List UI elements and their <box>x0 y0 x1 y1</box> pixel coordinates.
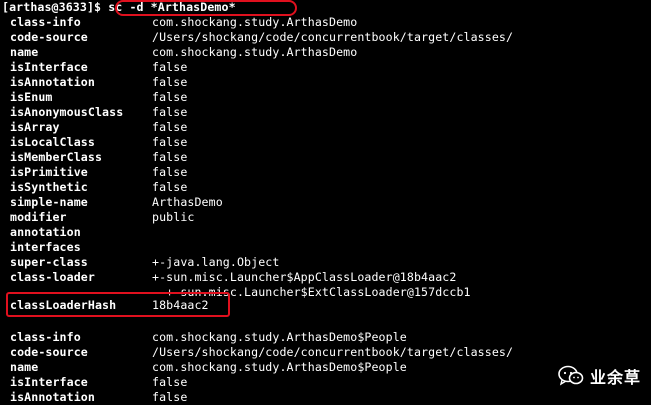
watermark: 业余草 <box>558 364 641 388</box>
row-key: isSynthetic <box>10 180 88 194</box>
output-row: isEnum false <box>10 90 187 105</box>
row-value: com.shockang.study.ArthasDemo$People <box>152 330 407 344</box>
output-row: super-class +-java.lang.Object <box>10 255 279 270</box>
output-row: isAnnotation false <box>10 390 187 405</box>
output-row: isMemberClass false <box>10 150 187 165</box>
row-key: class-info <box>10 15 81 29</box>
row-key: super-class <box>10 255 88 269</box>
output-row: interfaces <box>10 240 152 255</box>
row-key: isAnnotation <box>10 75 95 89</box>
output-row: isAnonymousClass false <box>10 105 187 120</box>
row-value: /Users/shockang/code/concurrentbook/targ… <box>152 30 514 44</box>
output-row: isPrimitive false <box>10 165 187 180</box>
row-key: simple-name <box>10 195 88 209</box>
terminal-window[interactable]: [arthas@3633]$ sc -d *ArthasDemo* class-… <box>0 0 651 405</box>
row-value: false <box>152 90 188 104</box>
output-row: code-source/Users/shockang/code/concurre… <box>10 345 513 360</box>
row-key: isEnum <box>10 90 53 104</box>
row-key: code-source <box>10 30 88 44</box>
row-key: isAnnotation <box>10 390 95 404</box>
command-line: [arthas@3633]$ sc -d *ArthasDemo* <box>2 0 236 15</box>
row-value: false <box>152 165 188 179</box>
row-key: classLoaderHash <box>10 298 117 312</box>
row-value: false <box>152 150 188 164</box>
shell-prompt: [arthas@3633]$ <box>2 0 109 14</box>
row-value: com.shockang.study.ArthasDemo$People <box>152 360 407 374</box>
output-row: isArray false <box>10 120 187 135</box>
row-key: code-source <box>10 345 88 359</box>
watermark-text: 业余草 <box>589 368 641 387</box>
row-value: 18b4aac2 <box>152 298 209 312</box>
wechat-icon <box>558 365 584 387</box>
output-row: modifier public <box>10 210 194 225</box>
output-row: isInterface false <box>10 375 187 390</box>
output-row: simple-name ArthasDemo <box>10 195 223 210</box>
row-key: annotation <box>10 225 81 239</box>
row-value: false <box>152 75 188 89</box>
row-key: isPrimitive <box>10 165 88 179</box>
row-value: public <box>152 210 195 224</box>
row-value: +-sun.misc.Launcher$AppClassLoader@18b4a… <box>152 270 457 284</box>
output-row: isInterface false <box>10 60 187 75</box>
row-value: /Users/shockang/code/concurrentbook/targ… <box>152 345 514 359</box>
row-value: false <box>152 105 188 119</box>
row-key: isLocalClass <box>10 135 95 149</box>
row-value: +-sun.misc.Launcher$ExtClassLoader@157dc… <box>152 285 471 299</box>
output-row: name com.shockang.study.ArthasDemo <box>10 45 357 60</box>
row-key: interfaces <box>10 240 81 254</box>
row-key: isMemberClass <box>10 150 103 164</box>
row-key: class-loader <box>10 270 95 284</box>
output-row-highlighted: classLoaderHash 18b4aac2 <box>10 298 209 313</box>
output-row: isSynthetic false <box>10 180 187 195</box>
row-key: isArray <box>10 120 60 134</box>
row-value: false <box>152 120 188 134</box>
row-value: false <box>152 60 188 74</box>
blank-row <box>10 315 152 330</box>
row-key: isAnonymousClass <box>10 105 124 119</box>
row-value: +-java.lang.Object <box>152 255 280 269</box>
row-key: name <box>10 360 39 374</box>
output-row: annotation <box>10 225 152 240</box>
output-row: class-loader +-sun.misc.Launcher$AppClass… <box>10 270 456 285</box>
output-row: class-info com.shockang.study.ArthasDemo$… <box>10 330 407 345</box>
row-value: com.shockang.study.ArthasDemo <box>152 15 358 29</box>
row-key: isInterface <box>10 375 88 389</box>
row-value: ArthasDemo <box>152 195 223 209</box>
row-key: modifier <box>10 210 67 224</box>
output-row: name com.shockang.study.ArthasDemo$People <box>10 360 407 375</box>
output-row: code-source/Users/shockang/code/concurre… <box>10 30 513 45</box>
output-row: isAnnotation false <box>10 75 187 90</box>
row-value: com.shockang.study.ArthasDemo <box>152 45 358 59</box>
output-row: isLocalClass false <box>10 135 187 150</box>
row-value: false <box>152 180 188 194</box>
row-key: class-info <box>10 330 81 344</box>
output-row: class-info com.shockang.study.ArthasDemo <box>10 15 357 30</box>
row-key: name <box>10 45 39 59</box>
command-text: sc -d *ArthasDemo* <box>108 0 236 14</box>
row-value: false <box>152 375 188 389</box>
row-key: isInterface <box>10 60 88 74</box>
row-value: false <box>152 135 188 149</box>
